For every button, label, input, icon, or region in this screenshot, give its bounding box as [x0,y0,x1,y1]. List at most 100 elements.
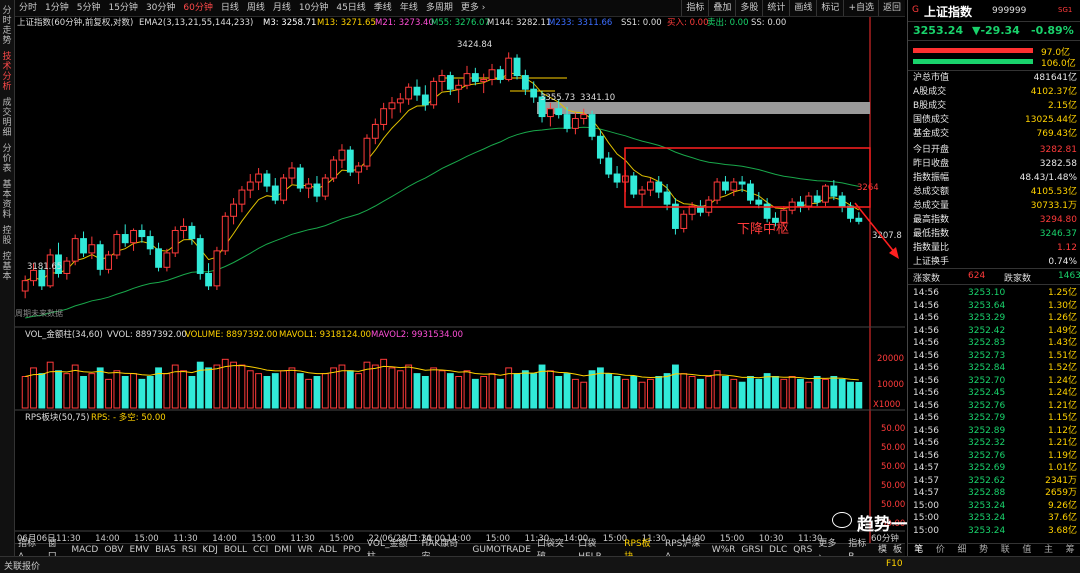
status-related-quote[interactable]: 关联报价 [4,559,40,572]
legend-m55: M55: 3276.07 [431,18,490,28]
rps-axis-1: 50.00 [881,424,905,434]
tab-konggu[interactable]: 控股 [0,226,14,246]
x-axis-label: 10:30 [759,534,784,543]
volume-bar [246,370,254,409]
volume-bar [288,367,296,409]
tab-fenjia[interactable]: 分价表 [0,144,14,174]
period-more[interactable]: 更多 › [457,0,489,16]
quote-tab[interactable]: 筹 [1059,544,1080,557]
period-10min[interactable]: 10分钟 [295,0,332,16]
legend-buy: 买入: 0.00 [667,18,709,28]
quote-tab[interactable]: 价 [930,544,952,557]
tab-jishu[interactable]: 技术分析 [0,52,14,92]
status-f10[interactable]: F10 [886,559,903,569]
price-change: ▼-29.34 [972,24,1020,37]
tool-overlay[interactable]: 叠加 [708,0,735,16]
candle-body [221,215,229,252]
period-15min[interactable]: 15分钟 [104,0,141,16]
quote-tab[interactable]: 主 [1038,544,1060,557]
candle-body [246,181,254,191]
volume-bar [830,376,838,409]
volume-bar [805,381,813,409]
tick-volume: 2659万 [1045,488,1077,498]
tick-volume: 1.19亿 [1047,450,1077,461]
tick-time: 14:56 [913,450,939,461]
volume-bar [747,376,754,409]
volume-bar [96,367,104,409]
period-45day[interactable]: 45日线 [332,0,369,16]
tool-indicator[interactable]: 指标 [681,0,708,16]
period-multi[interactable]: 多周期 [422,0,457,16]
tool-draw[interactable]: 画线 [789,0,816,16]
period-1min[interactable]: 1分钟 [41,0,73,16]
tick-volume: 1.25亿 [1047,288,1077,298]
tick-price: 3253.24 [968,525,1006,536]
period-week[interactable]: 周线 [243,0,269,16]
quote-tab[interactable]: 联 [995,544,1017,557]
price-change-pct: -0.89% [1031,24,1074,37]
tool-mark[interactable]: 标记 [816,0,843,16]
tab-chengjiao[interactable]: 成交明细 [0,98,14,138]
tick-row: 14:56 3252.79 1.15亿 [913,412,1077,424]
quote-bottom-tabs: 笔价细势联值主筹 [908,543,1080,557]
period-5min[interactable]: 5分钟 [73,0,105,16]
volume-bar [330,367,338,409]
tick-row: 14:57 3252.62 2341万 [913,475,1077,487]
stat-value: 4105.53亿 [1030,187,1077,197]
candle-body [813,195,821,203]
quote-tab[interactable]: 势 [973,544,995,557]
tool-add-watchlist[interactable]: +自选 [843,0,878,16]
tick-price: 3252.42 [968,325,1006,336]
label-lvl1: 3355.73 [540,93,575,103]
g-icon: G [912,5,919,15]
candle-body [113,234,121,256]
stat-row: 上证换手 0.74% [913,257,1077,268]
period-30min[interactable]: 30分钟 [142,0,179,16]
candle-body [596,135,604,159]
tick-price: 3252.76 [968,400,1006,411]
stat-row: 指数量比 1.12 [913,243,1077,254]
tick-time: 14:56 [913,363,939,373]
period-fenshi[interactable]: 分时 [15,0,41,16]
volume-bar [488,373,496,409]
period-quarter[interactable]: 季线 [370,0,396,16]
label-lvl2: 3341.10 [580,93,615,103]
tick-price: 3252.73 [968,350,1006,361]
quote-tab[interactable]: 值 [1016,544,1038,557]
wechat-icon [832,512,852,528]
period-month[interactable]: 月线 [269,0,295,16]
tool-stats[interactable]: 统计 [762,0,789,16]
vol-axis-unit: X1000 [873,400,900,410]
tick-time: 14:56 [913,313,939,323]
tick-row: 14:56 3253.64 1.30亿 [913,300,1077,312]
tab-jiben[interactable]: 基本资料 [0,180,14,220]
tick-time: 14:57 [913,463,939,473]
quote-tab[interactable]: 细 [951,544,973,557]
candle-body [588,114,596,137]
volume-bar [430,367,438,409]
tab-fenshi[interactable]: 分时走势 [0,6,14,46]
tool-back[interactable]: 返回 [877,0,905,16]
candle-body [388,102,396,110]
kline-chart[interactable]: 上证指数(60分钟,前复权,对数) EMA2(3,13,21,55,144,23… [15,17,905,543]
stat-label: 指数振幅 [913,173,950,183]
tick-price: 3253.29 [968,313,1006,323]
volume-bar [471,378,479,409]
arrow-head-icon [889,247,899,259]
stat-label: 最高指数 [913,215,950,225]
volume-bar [255,373,263,409]
stat-row: 昨日收盘 3282.58 [913,159,1077,170]
quote-tab[interactable]: 笔 [908,544,930,557]
tool-multistock[interactable]: 多股 [735,0,762,16]
candle-body [747,183,754,201]
candle-body [38,269,46,287]
candle-body [171,229,179,254]
stat-label: 昨日收盘 [913,159,950,169]
tab-kongjiben[interactable]: 控基本 [0,252,14,282]
period-60min[interactable]: 60分钟 [179,0,216,16]
volume-bar [705,376,713,409]
period-day[interactable]: 日线 [217,0,243,16]
tick-volume: 1.43亿 [1047,338,1077,348]
period-year[interactable]: 年线 [396,0,422,16]
tick-price: 3253.24 [968,500,1006,511]
